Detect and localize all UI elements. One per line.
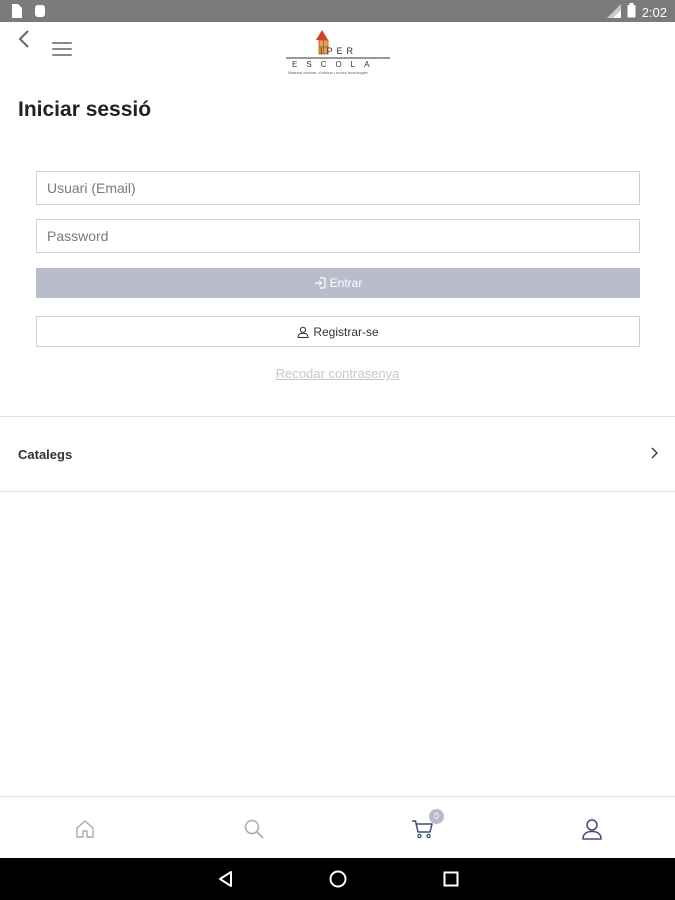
- chevron-right-icon: [651, 447, 659, 459]
- status-time: 2:02: [641, 4, 667, 20]
- logo-word-escola: ESCOLA: [292, 60, 379, 69]
- nav-search-button[interactable]: [242, 817, 266, 841]
- system-nav-bar: [0, 858, 675, 900]
- chevron-left-icon: [18, 30, 29, 48]
- email-input[interactable]: [36, 171, 640, 205]
- back-button[interactable]: [14, 28, 36, 50]
- circle-home-icon: [329, 870, 347, 888]
- hamburger-menu-icon: [52, 42, 72, 56]
- battery-icon: [627, 3, 636, 21]
- register-button-label: Registrar-se: [313, 324, 379, 339]
- login-button[interactable]: Entrar: [36, 268, 640, 298]
- nav-account-button[interactable]: [580, 817, 604, 841]
- user-icon: [297, 326, 309, 338]
- user-icon: [582, 819, 602, 840]
- login-button-label: Entrar: [329, 276, 363, 290]
- status-bar: 2:02: [0, 0, 675, 22]
- menu-button[interactable]: [52, 42, 72, 58]
- android-icon: [34, 4, 46, 23]
- system-back-button[interactable]: [216, 869, 236, 889]
- register-button[interactable]: Registrar-se: [36, 316, 640, 347]
- search-icon: [244, 819, 264, 839]
- signal-icon: [606, 3, 621, 21]
- logo-word-iper: IPER: [320, 46, 358, 56]
- cart-count-badge: 0: [429, 809, 444, 824]
- sim-icon: [10, 4, 22, 23]
- menu-item-catalegs[interactable]: Catalegs: [0, 417, 675, 491]
- bottom-nav: 0: [0, 796, 675, 858]
- system-home-button[interactable]: [328, 869, 348, 889]
- nav-cart-button[interactable]: 0: [411, 809, 444, 841]
- menu-item-label: Catalegs: [18, 447, 73, 462]
- page-title: Iniciar sessió: [18, 98, 152, 121]
- system-recents-button[interactable]: [441, 869, 461, 889]
- triangle-back-icon: [219, 871, 232, 887]
- logo[interactable]: IPER ESCOLA Material escolar, d'oficina …: [286, 28, 390, 78]
- password-input[interactable]: [36, 219, 640, 253]
- nav-home-button[interactable]: [73, 817, 97, 841]
- app-header: IPER ESCOLA Material escolar, d'oficina …: [0, 22, 675, 80]
- divider: [0, 491, 675, 492]
- home-icon: [76, 820, 94, 838]
- square-recents-icon: [443, 871, 459, 887]
- logo-tagline: Material escolar, d'oficina i noves tecn…: [288, 70, 368, 75]
- sign-in-icon: [314, 277, 326, 289]
- forgot-password-link[interactable]: Recodar contrasenya: [0, 366, 675, 381]
